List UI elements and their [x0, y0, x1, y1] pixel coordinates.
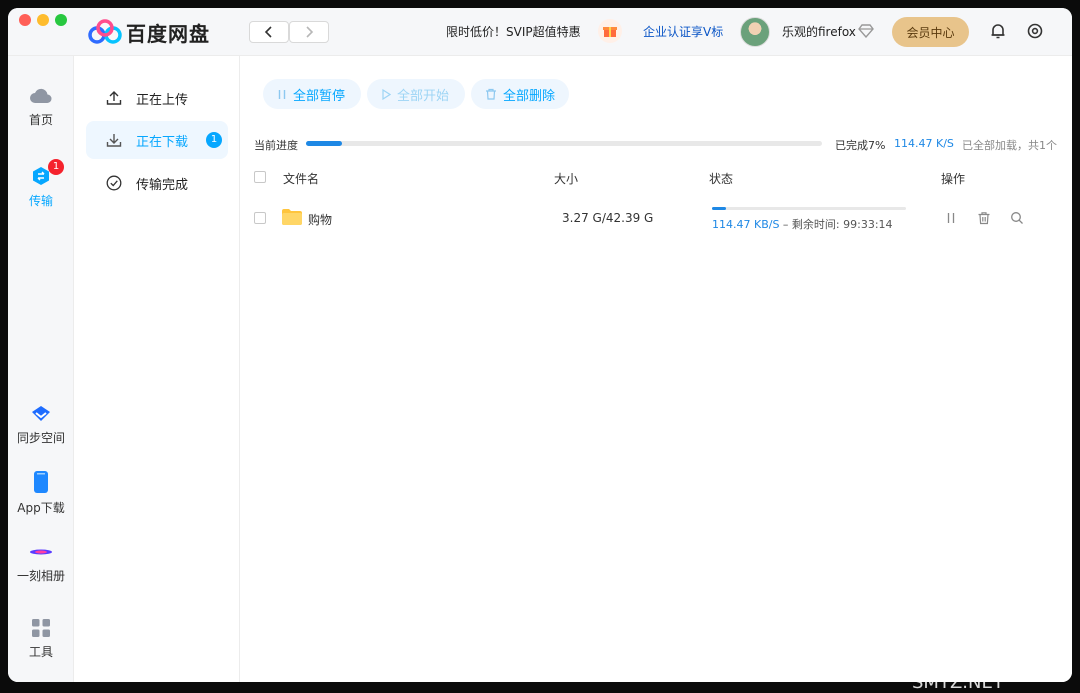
rail-item-label: 工具	[28, 645, 53, 659]
zoom-window-button[interactable]	[55, 14, 67, 26]
row-checkbox[interactable]	[254, 212, 266, 224]
delete-all-label: 全部删除	[503, 88, 556, 104]
rail-item-transfer[interactable]: 1 传输	[8, 159, 74, 209]
overall-progress-fill	[306, 141, 343, 146]
gift-icon[interactable]	[598, 19, 622, 43]
enterprise-verify-link[interactable]: 企业认证享V标	[643, 23, 723, 40]
chevron-left-icon	[264, 26, 272, 38]
rail-item-tools[interactable]: 工具	[8, 618, 74, 660]
app-window: 百度网盘 限时低价！SVIP超值特惠 企业认证享V标 乐观的firefox 会员…	[8, 8, 1072, 682]
download-list-panel: 全部暂停 全部开始 全部删除 当前进度 已完成7% 114.47 K/S 已全部…	[240, 56, 1072, 682]
search-icon[interactable]	[1010, 211, 1024, 225]
current-progress-label: 当前进度	[254, 139, 298, 152]
settings-gear-icon[interactable]	[1026, 22, 1044, 43]
rail-item-label: 传输	[28, 194, 53, 208]
file-status: 114.47 KB/S – 剩余时间: 99:33:14	[712, 216, 893, 232]
sidebar-item-label: 正在下载	[136, 134, 189, 150]
table-header: 文件名 大小 状态 操作	[240, 163, 1072, 191]
sidebar-item-completed[interactable]: 传输完成	[86, 164, 228, 202]
start-all-button[interactable]: 全部开始	[367, 79, 465, 109]
sync-icon	[32, 406, 50, 421]
rail-item-app-download[interactable]: App下载	[8, 470, 74, 516]
header-size[interactable]: 大小	[554, 170, 578, 187]
load-summary: 已全部加载，共1个	[962, 139, 1057, 152]
download-icon	[106, 134, 122, 147]
pause-all-label: 全部暂停	[293, 88, 346, 104]
tools-icon	[32, 619, 50, 637]
username[interactable]: 乐观的firefox	[782, 23, 856, 40]
app-logo: 百度网盘	[88, 18, 210, 46]
select-all-checkbox[interactable]	[254, 171, 266, 183]
sidebar-item-uploading[interactable]: 正在上传	[86, 79, 228, 117]
overall-progress-bar	[306, 141, 822, 146]
forward-button[interactable]	[289, 21, 329, 43]
close-window-button[interactable]	[19, 14, 31, 26]
pause-icon[interactable]	[944, 211, 958, 225]
transfer-count-badge: 1	[48, 159, 64, 175]
pause-all-button[interactable]: 全部暂停	[263, 79, 361, 109]
header-filename[interactable]: 文件名	[283, 170, 319, 187]
pause-icon	[278, 89, 286, 99]
watermark-text: 值 什么值得买 SMYZ.NET	[912, 650, 1026, 693]
bell-icon[interactable]	[989, 22, 1007, 43]
album-icon	[30, 549, 52, 555]
rail-item-label: 首页	[28, 113, 53, 127]
file-remaining-time: – 剩余时间: 99:33:14	[779, 218, 893, 231]
file-progress-bar	[712, 207, 906, 210]
completed-percent: 已完成7%	[835, 139, 886, 152]
vip-center-button[interactable]: 会员中心	[892, 17, 969, 47]
header-actions: 操作	[941, 172, 966, 186]
rail-item-home[interactable]: 首页	[8, 86, 74, 128]
avatar[interactable]	[740, 17, 770, 47]
trash-icon	[486, 88, 496, 100]
svip-promo-link[interactable]: 限时低价！SVIP超值特惠	[446, 23, 581, 40]
rail-item-label: 一刻相册	[16, 569, 65, 583]
start-all-label: 全部开始	[397, 88, 450, 104]
diamond-icon	[858, 24, 874, 41]
phone-icon	[34, 471, 48, 493]
folder-icon	[282, 209, 302, 225]
rail-item-label: App下载	[17, 501, 65, 515]
file-progress-fill	[712, 207, 726, 210]
minimize-window-button[interactable]	[37, 14, 49, 26]
back-button[interactable]	[249, 21, 289, 43]
cloud-icon	[30, 88, 52, 104]
chevron-right-icon	[306, 26, 314, 38]
file-size: 3.27 G/42.39 G	[562, 211, 654, 225]
rail-item-album[interactable]: 一刻相册	[8, 542, 74, 584]
sidebar-item-downloading[interactable]: 正在下载 1	[86, 121, 228, 159]
overall-speed: 114.47 K/S	[894, 137, 954, 150]
app-name: 百度网盘	[126, 21, 210, 46]
upload-icon	[106, 91, 122, 105]
play-icon	[382, 88, 391, 100]
sidebar-item-label: 传输完成	[136, 177, 189, 193]
sidebar-item-label: 正在上传	[136, 92, 189, 108]
main-nav-rail: 首页 1 传输 同步空间 App下载 一刻相册 工具	[8, 56, 74, 682]
delete-all-button[interactable]: 全部删除	[471, 79, 569, 109]
rail-item-label: 同步空间	[16, 431, 65, 445]
table-row[interactable]: 购物 3.27 G/42.39 G 114.47 KB/S – 剩余时间: 99…	[240, 195, 1072, 243]
download-count-badge: 1	[206, 132, 222, 148]
file-speed: 114.47 KB/S	[712, 218, 780, 231]
baidu-netdisk-logo-icon	[88, 19, 122, 44]
check-circle-icon	[106, 175, 122, 191]
trash-icon[interactable]	[977, 211, 991, 225]
header-status: 状态	[709, 172, 734, 186]
title-bar: 百度网盘 限时低价！SVIP超值特惠 企业认证享V标 乐观的firefox 会员…	[8, 8, 1072, 56]
rail-item-sync-space[interactable]: 同步空间	[8, 404, 74, 446]
transfer-sidebar: 正在上传 正在下载 1 传输完成	[74, 56, 240, 682]
file-name[interactable]: 购物	[308, 211, 332, 228]
